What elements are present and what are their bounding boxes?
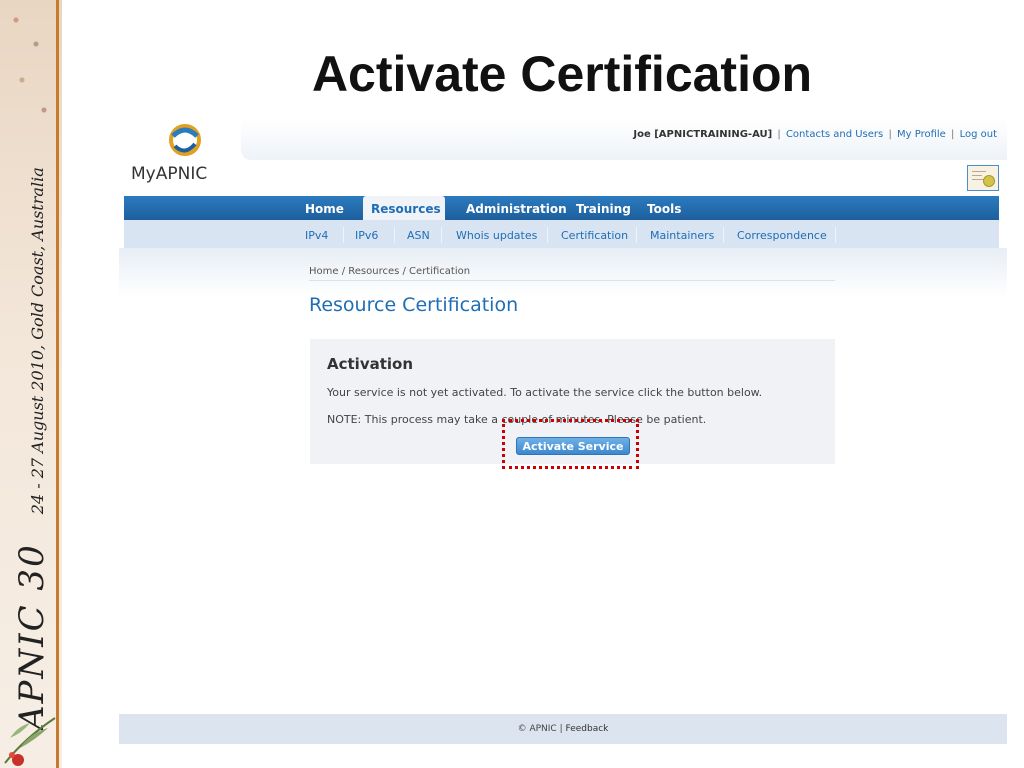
user-bar: Joe [APNICTRAINING-AU] | Contacts and Us…: [241, 118, 1007, 160]
aboriginal-dot-art: [4, 0, 52, 130]
slide-decoration-strip: APNIC 30 24 - 27 August 2010, Gold Coast…: [0, 0, 62, 768]
subnav-whois-updates[interactable]: Whois updates: [456, 229, 537, 242]
separator: |: [777, 129, 781, 140]
tab-resources[interactable]: Resources: [363, 196, 445, 220]
subnav-ipv6[interactable]: IPv6: [355, 229, 378, 242]
user-name: Joe [APNICTRAINING-AU]: [633, 129, 773, 140]
certificate-icon[interactable]: [967, 165, 999, 191]
footer-copyright: © APNIC: [517, 724, 557, 734]
page-title: Resource Certification: [309, 294, 519, 316]
subnav-certification[interactable]: Certification: [561, 229, 628, 242]
separator: |: [951, 129, 955, 140]
subnav-ipv4[interactable]: IPv4: [305, 229, 328, 242]
tab-training[interactable]: Training: [576, 202, 631, 216]
slide-title: Activate Certification: [311, 46, 813, 102]
breadcrumb[interactable]: Home / Resources / Certification: [309, 266, 835, 281]
subnav-maintainers[interactable]: Maintainers: [650, 229, 714, 242]
footer-separator: |: [559, 724, 563, 734]
gum-blossom-icon: [4, 717, 56, 766]
sub-nav: IPv4 IPv6 ASN Whois updates Certificatio…: [124, 220, 999, 248]
conference-dates: 24 - 27 August 2010, Gold Coast, Austral…: [28, 167, 47, 515]
my-profile-link[interactable]: My Profile: [897, 129, 946, 140]
footer: © APNIC | Feedback: [119, 714, 1007, 744]
separator: |: [888, 129, 892, 140]
tab-administration[interactable]: Administration: [466, 202, 567, 216]
main-nav: Home Resources Administration Training T…: [124, 196, 999, 220]
strip-divider-line: [56, 0, 59, 768]
button-highlight-annotation: [502, 419, 639, 469]
user-info: Joe [APNICTRAINING-AU] | Contacts and Us…: [633, 129, 997, 140]
conference-banner: APNIC 30 24 - 27 August 2010, Gold Coast…: [12, 167, 52, 730]
myapnic-screenshot: MyAPNIC Joe [APNICTRAINING-AU] | Contact…: [119, 118, 1007, 744]
subnav-correspondence[interactable]: Correspondence: [737, 229, 827, 242]
logo-text: MyAPNIC: [131, 164, 208, 184]
feedback-link[interactable]: Feedback: [566, 724, 609, 734]
apnic-logo-icon: [169, 124, 201, 156]
tab-tools[interactable]: Tools: [647, 202, 681, 216]
subnav-asn[interactable]: ASN: [407, 229, 430, 242]
tab-home[interactable]: Home: [305, 202, 344, 216]
activation-message: Your service is not yet activated. To ac…: [327, 386, 763, 399]
log-out-link[interactable]: Log out: [960, 129, 997, 140]
myapnic-logo[interactable]: MyAPNIC: [127, 118, 227, 188]
panel-heading: Activation: [327, 355, 414, 373]
contacts-and-users-link[interactable]: Contacts and Users: [786, 129, 883, 140]
